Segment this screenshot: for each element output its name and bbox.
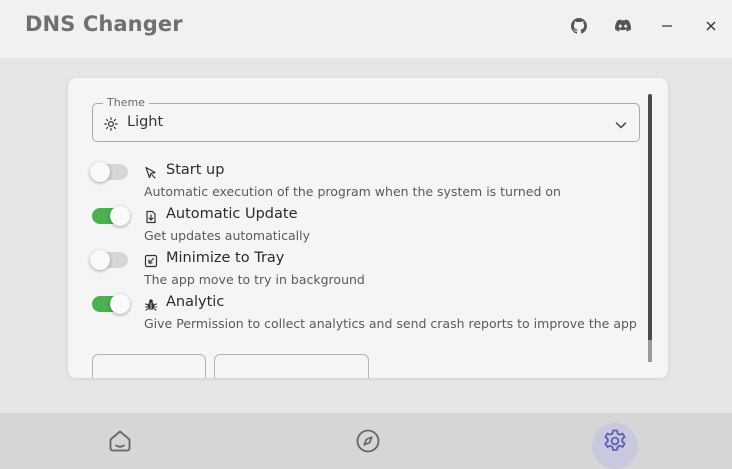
minimize-tray-icon [144, 253, 158, 268]
toggle-knob [90, 162, 110, 182]
scrollbar-thumb[interactable] [648, 340, 652, 362]
bottom-navigation [0, 413, 732, 469]
option-row-startup: Start up Automatic execution of the prog… [68, 162, 628, 204]
sun-icon [104, 116, 118, 131]
partially-visible-button[interactable] [214, 354, 369, 378]
startup-toggle[interactable] [90, 162, 128, 182]
toggle-knob [110, 294, 130, 314]
download-update-icon [144, 209, 158, 224]
option-row-auto-update: Automatic Update Get updates automatical… [68, 206, 628, 248]
auto-update-toggle[interactable] [92, 206, 130, 226]
theme-label: Theme [103, 96, 149, 110]
close-icon[interactable] [699, 14, 723, 38]
play-cursor-icon [144, 165, 158, 179]
analytic-description: Give Permission to collect analytics and… [144, 316, 637, 331]
analytic-toggle[interactable] [92, 294, 130, 314]
scrollbar[interactable] [648, 94, 652, 362]
minimize-icon[interactable] [655, 14, 679, 38]
settings-card: Theme Light Start up Automatic execution… [68, 78, 668, 378]
auto-update-title: Automatic Update [166, 206, 298, 222]
partially-visible-button[interactable] [92, 354, 206, 378]
compass-icon[interactable] [353, 426, 383, 456]
startup-description: Automatic execution of the program when … [144, 184, 561, 199]
toggle-knob [90, 250, 110, 270]
theme-value: Light [127, 114, 164, 130]
settings-gear-icon[interactable] [600, 426, 630, 456]
theme-select[interactable]: Theme Light [92, 96, 640, 142]
analytic-title: Analytic [166, 294, 225, 310]
startup-title: Start up [166, 162, 225, 178]
toggle-knob [110, 206, 130, 226]
option-row-analytic: Analytic Give Permission to collect anal… [68, 294, 637, 336]
minimize-tray-description: The app move to try in background [144, 272, 365, 287]
minimize-tray-title: Minimize to Tray [166, 250, 285, 266]
chevron-down-icon [614, 117, 628, 131]
title-bar: DNS Changer [0, 0, 732, 58]
github-icon[interactable] [567, 14, 591, 38]
discord-icon[interactable] [611, 14, 635, 38]
bug-icon [144, 297, 158, 311]
minimize-tray-toggle[interactable] [90, 250, 128, 270]
app-title: DNS Changer [25, 12, 183, 36]
home-icon[interactable] [105, 426, 135, 456]
auto-update-description: Get updates automatically [144, 228, 310, 243]
option-row-minimize-tray: Minimize to Tray The app move to try in … [68, 250, 628, 292]
